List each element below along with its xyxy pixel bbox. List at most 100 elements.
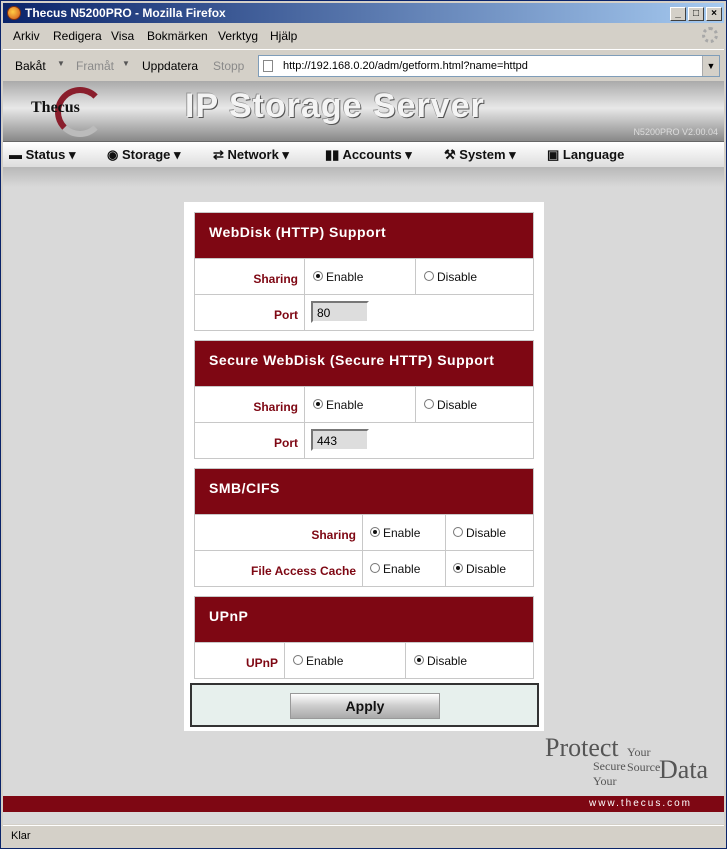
section-header: WebDisk (HTTP) Support bbox=[195, 213, 533, 258]
row-label: Port bbox=[195, 423, 305, 458]
section-title: SMB/CIFS bbox=[209, 480, 280, 496]
file-access-cache-row: File Access Cache Enable Disable bbox=[195, 550, 533, 586]
back-button[interactable]: Bakåt bbox=[15, 59, 46, 73]
nav-language-label: Language bbox=[562, 147, 625, 162]
firefox-icon bbox=[7, 6, 21, 20]
minimize-button[interactable]: _ bbox=[670, 7, 686, 21]
wrench-icon: ⚒ bbox=[444, 147, 460, 162]
main-nav: ▬ Status ▾ ◉ Storage ▾ ⇄ Network ▾ ▮▮ Ac… bbox=[3, 141, 724, 167]
nav-storage[interactable]: ◉ Storage ▾ bbox=[107, 147, 181, 163]
accounts-icon: ▮▮ bbox=[325, 147, 343, 162]
nav-shadow bbox=[3, 167, 724, 187]
radio-icon[interactable] bbox=[313, 399, 323, 409]
upnp-enable-radio[interactable]: Enable bbox=[285, 643, 406, 678]
thecus-logo: Thecus bbox=[31, 99, 80, 116]
title-bar: Thecus N5200PRO - Mozilla Firefox _ □ × bbox=[3, 3, 724, 23]
upnp-section: UPnP UPnP Enable Disable bbox=[194, 596, 534, 679]
upnp-row: UPnP Enable Disable bbox=[195, 642, 533, 678]
slogan-secure-your: Secure Your bbox=[593, 759, 626, 788]
window-title: Thecus N5200PRO - Mozilla Firefox bbox=[25, 6, 226, 20]
nav-system[interactable]: ⚒ System ▾ bbox=[444, 147, 516, 163]
radio-icon[interactable] bbox=[453, 527, 463, 537]
apply-bar: Apply bbox=[190, 683, 539, 727]
webdisk-port-input[interactable]: 80 bbox=[311, 301, 369, 323]
webdisk-port-row: Port 80 bbox=[195, 294, 533, 330]
webdisk-disable-radio[interactable]: Disable bbox=[416, 259, 533, 294]
navigation-toolbar: Bakåt ▼ Framåt ▼ Uppdatera Stopp http://… bbox=[3, 49, 724, 81]
secure-sharing-row: Sharing Enable Disable bbox=[195, 386, 533, 422]
forward-dropdown-icon[interactable]: ▼ bbox=[122, 59, 130, 68]
section-title: Secure WebDisk (Secure HTTP) Support bbox=[209, 352, 495, 368]
nav-status[interactable]: ▬ Status ▾ bbox=[9, 147, 76, 163]
stop-button[interactable]: Stopp bbox=[213, 59, 244, 73]
site-header: Thecus IP Storage Server N5200PRO V2.00.… bbox=[3, 81, 724, 141]
apply-button[interactable]: Apply bbox=[290, 693, 440, 719]
page-content: Thecus IP Storage Server N5200PRO V2.00.… bbox=[3, 81, 724, 824]
radio-icon[interactable] bbox=[424, 271, 434, 281]
nav-accounts[interactable]: ▮▮ Accounts ▾ bbox=[325, 147, 412, 163]
radio-icon[interactable] bbox=[293, 655, 303, 665]
menu-arkiv[interactable]: Arkiv bbox=[13, 29, 40, 43]
radio-icon[interactable] bbox=[313, 271, 323, 281]
close-button[interactable]: × bbox=[706, 7, 722, 21]
upnp-disable-radio[interactable]: Disable bbox=[406, 643, 533, 678]
section-title: WebDisk (HTTP) Support bbox=[209, 224, 387, 240]
section-header: Secure WebDisk (Secure HTTP) Support bbox=[195, 341, 533, 386]
menu-bar: Arkiv Redigera Visa Bokmärken Verktyg Hj… bbox=[3, 25, 724, 47]
row-label: Port bbox=[195, 295, 305, 330]
slogan-your-source: Your Source bbox=[627, 745, 661, 774]
nav-system-label: System bbox=[459, 147, 506, 162]
status-icon: ▬ bbox=[9, 147, 26, 162]
banner-title: IP Storage Server bbox=[185, 87, 485, 125]
menu-verktyg[interactable]: Verktyg bbox=[218, 29, 258, 43]
disc-icon: ◉ bbox=[107, 147, 122, 162]
status-text: Klar bbox=[11, 830, 31, 842]
radio-icon[interactable] bbox=[424, 399, 434, 409]
section-header: SMB/CIFS bbox=[195, 469, 533, 514]
section-title: UPnP bbox=[209, 608, 249, 624]
browser-window: Thecus N5200PRO - Mozilla Firefox _ □ × … bbox=[0, 0, 727, 849]
network-icon: ⇄ bbox=[213, 147, 228, 162]
nav-status-label: Status bbox=[25, 147, 66, 162]
maximize-button[interactable]: □ bbox=[688, 7, 704, 21]
nav-network[interactable]: ⇄ Network ▾ bbox=[213, 147, 289, 163]
reload-button[interactable]: Uppdatera bbox=[142, 59, 198, 73]
nav-language[interactable]: ▣ Language bbox=[547, 147, 624, 163]
radio-icon[interactable] bbox=[453, 563, 463, 573]
forward-button[interactable]: Framåt bbox=[76, 59, 114, 73]
nav-storage-label: Storage bbox=[121, 147, 171, 162]
smb-disable-radio[interactable]: Disable bbox=[446, 515, 533, 550]
webdisk-section: WebDisk (HTTP) Support Sharing Enable Di… bbox=[194, 212, 534, 331]
menu-hjalp[interactable]: Hjälp bbox=[270, 29, 297, 43]
menu-bokmarken[interactable]: Bokmärken bbox=[147, 29, 208, 43]
secure-port-input[interactable]: 443 bbox=[311, 429, 369, 451]
radio-icon[interactable] bbox=[414, 655, 424, 665]
menu-redigera[interactable]: Redigera bbox=[53, 29, 102, 43]
smb-section: SMB/CIFS Sharing Enable Disable File Acc… bbox=[194, 468, 534, 587]
cache-disable-radio[interactable]: Disable bbox=[446, 551, 533, 586]
url-dropdown-icon[interactable]: ▼ bbox=[702, 56, 719, 76]
back-dropdown-icon[interactable]: ▼ bbox=[57, 59, 65, 68]
row-label: UPnP bbox=[195, 643, 285, 678]
section-header: UPnP bbox=[195, 597, 533, 642]
secure-enable-radio[interactable]: Enable bbox=[305, 387, 416, 422]
footer-url: www.thecus.com bbox=[588, 798, 692, 809]
language-icon: ▣ bbox=[547, 147, 563, 162]
menu-visa[interactable]: Visa bbox=[111, 29, 134, 43]
smb-sharing-row: Sharing Enable Disable bbox=[195, 514, 533, 550]
secure-webdisk-section: Secure WebDisk (Secure HTTP) Support Sha… bbox=[194, 340, 534, 459]
radio-icon[interactable] bbox=[370, 527, 380, 537]
url-bar[interactable]: http://192.168.0.20/adm/getform.html?nam… bbox=[258, 55, 720, 77]
row-label: File Access Cache bbox=[195, 551, 363, 586]
model-version: N5200PRO V2.00.04 bbox=[633, 127, 718, 137]
url-text[interactable]: http://192.168.0.20/adm/getform.html?nam… bbox=[283, 60, 528, 72]
radio-icon[interactable] bbox=[370, 563, 380, 573]
slogan-data: Data bbox=[659, 755, 709, 784]
row-label: Sharing bbox=[195, 515, 363, 550]
smb-enable-radio[interactable]: Enable bbox=[363, 515, 446, 550]
secure-disable-radio[interactable]: Disable bbox=[416, 387, 533, 422]
settings-form: WebDisk (HTTP) Support Sharing Enable Di… bbox=[184, 202, 544, 731]
webdisk-enable-radio[interactable]: Enable bbox=[305, 259, 416, 294]
footer-bar: www.thecus.com bbox=[3, 796, 724, 812]
cache-enable-radio[interactable]: Enable bbox=[363, 551, 446, 586]
